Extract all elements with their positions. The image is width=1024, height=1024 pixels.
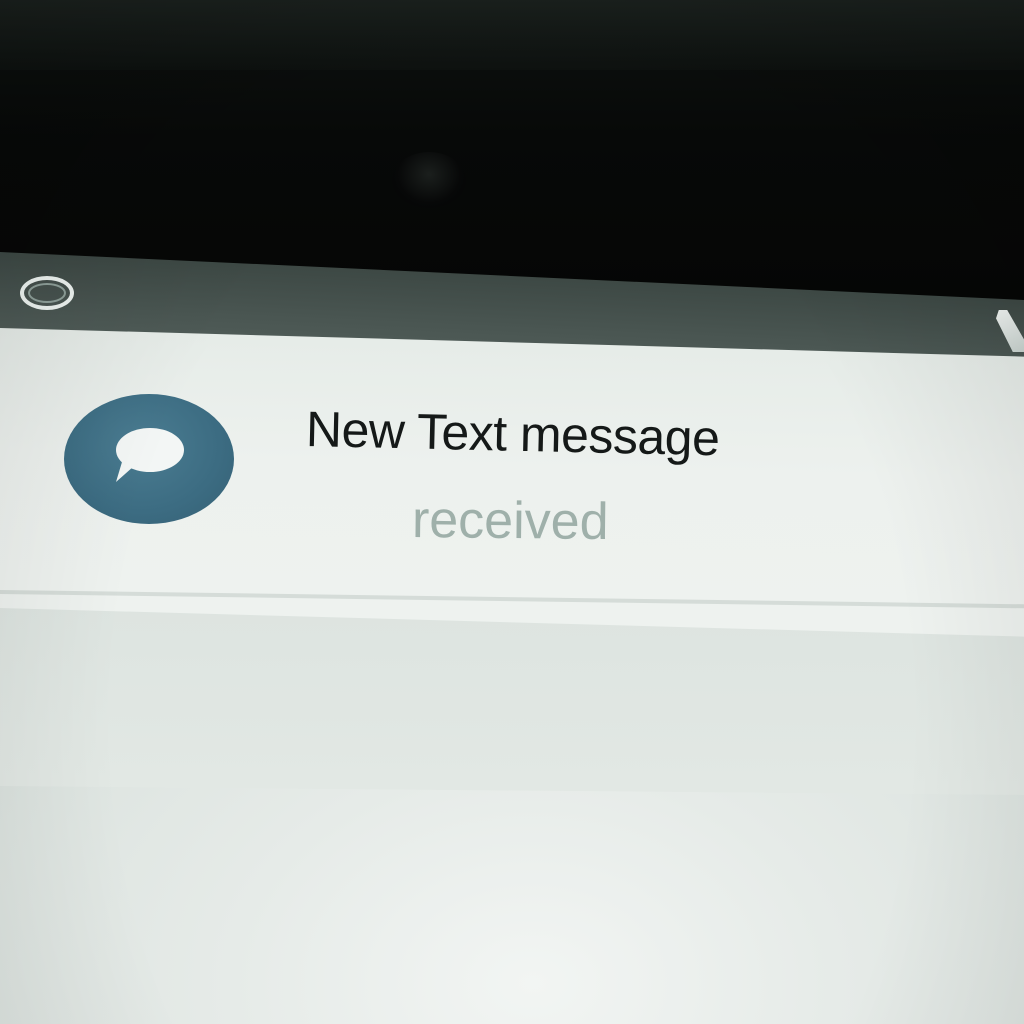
chat-bubble-icon[interactable] — [64, 394, 234, 524]
chat-bubble-glyph — [116, 428, 184, 482]
bezel-sheen — [0, 0, 1024, 70]
front-camera — [392, 152, 466, 208]
notification-title: New Text message — [305, 401, 721, 467]
phone-bezel — [0, 0, 1024, 300]
phone-photo: New Text message received — [0, 0, 1024, 1024]
notification-subtitle: received — [411, 491, 609, 552]
ring-icon — [20, 276, 74, 310]
